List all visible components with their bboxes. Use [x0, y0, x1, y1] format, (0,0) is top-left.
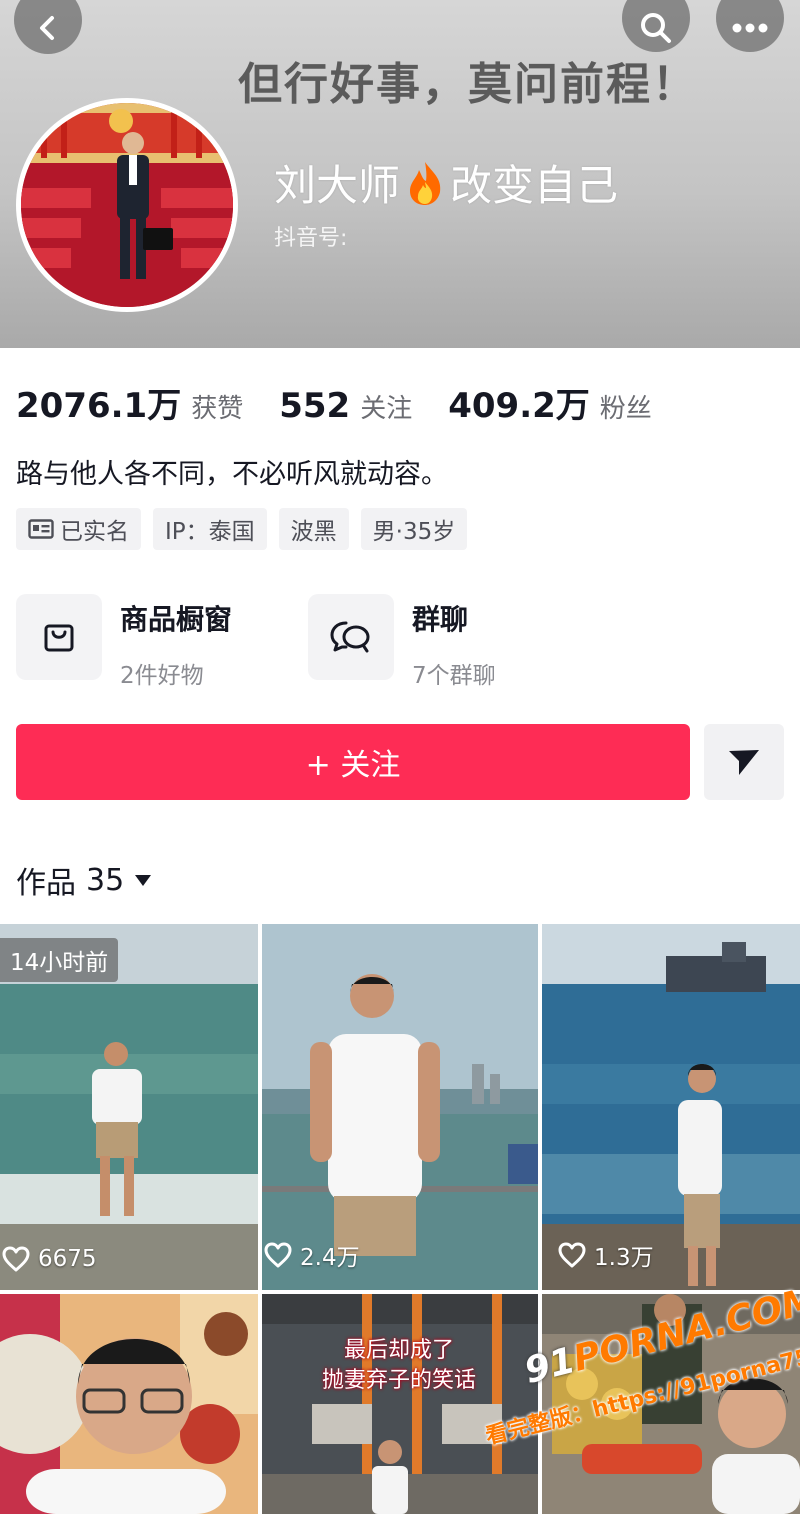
- douyin-id: 抖音号:: [274, 226, 348, 251]
- profile-tags: 已实名 IP：泰国 波黑 男·35岁: [16, 508, 468, 550]
- works-label: 作品: [16, 866, 76, 901]
- video-likes: 2.4万: [262, 1238, 360, 1272]
- nickname-part2: 改变自己: [450, 161, 619, 210]
- shop-subtitle: 2件好物: [120, 663, 204, 689]
- group-title: 群聊: [412, 603, 469, 636]
- profile-stats: 2076.1万 获赞 552 关注 409.2万 粉丝: [16, 378, 688, 427]
- search-icon: [641, 13, 671, 43]
- avatar[interactable]: [16, 98, 238, 312]
- video-time-badge: 14小时前: [0, 938, 119, 982]
- video-likes-count: 6675: [38, 1246, 97, 1272]
- video-caption-line2: 抛妻弃子的笑话: [322, 1368, 477, 1393]
- video-likes-count: 2.4万: [300, 1245, 360, 1271]
- followers-label[interactable]: 粉丝: [600, 388, 652, 425]
- more-button[interactable]: [716, 0, 784, 52]
- video-thumbnail: [0, 1294, 258, 1514]
- video-tile[interactable]: 2.4万: [262, 924, 538, 1290]
- video-tile[interactable]: [0, 1294, 258, 1514]
- works-tab[interactable]: 作品 35: [16, 858, 152, 902]
- nickname-part1: 刘大师: [274, 161, 401, 210]
- more-dots-icon: [732, 23, 768, 33]
- tag-verified: 已实名: [16, 508, 141, 550]
- likes-label: 获赞: [191, 394, 244, 424]
- video-tile[interactable]: 14小时前 6675: [0, 924, 258, 1290]
- tag-gender-age: 男·35岁: [360, 508, 468, 550]
- shop-icon-box: [16, 594, 102, 680]
- likes-count: 2076.1万: [16, 386, 182, 426]
- video-thumbnail: [262, 924, 538, 1290]
- following-count[interactable]: 552: [279, 386, 350, 426]
- caret-down-icon: [135, 875, 152, 886]
- video-tile[interactable]: 1.3万: [542, 924, 800, 1290]
- avatar-photo: [21, 103, 233, 307]
- id-card-icon: [28, 519, 54, 539]
- heart-outline-icon: [264, 1242, 292, 1268]
- shopping-bag-icon: [44, 624, 74, 652]
- heart-outline-icon: [558, 1242, 586, 1268]
- tag-verified-text: 已实名: [60, 519, 129, 545]
- back-arrow-icon: [40, 16, 54, 40]
- tag-ip: IP：泰国: [153, 508, 267, 550]
- tag-location: 波黑: [278, 508, 349, 550]
- followers-count[interactable]: 409.2万: [448, 378, 590, 427]
- chat-bubbles-icon: [330, 621, 370, 653]
- video-thumbnail: [542, 924, 800, 1290]
- following-label[interactable]: 关注: [360, 388, 412, 425]
- shop-title: 商品橱窗: [120, 603, 233, 636]
- video-likes: 1.3万: [556, 1238, 654, 1272]
- profile-nickname: 刘大师 改变自己: [274, 152, 618, 213]
- video-caption-line1: 最后却成了: [344, 1338, 455, 1363]
- group-chat-entry[interactable]: 群聊 7个群聊: [308, 594, 496, 690]
- shop-window-entry[interactable]: 商品橱窗 2件好物: [16, 594, 232, 690]
- profile-bio: 路与他人各不同，不必听风就动容。: [16, 459, 448, 490]
- header-banner-text: 但行好事，莫问前程！: [238, 59, 698, 110]
- video-likes: 6675: [0, 1246, 97, 1272]
- send-arrow-icon: [729, 750, 759, 775]
- profile-header: 但行好事，莫问前程！ 刘大师 改变自己 抖音号:: [0, 0, 800, 348]
- works-count: 35: [86, 862, 125, 898]
- heart-outline-icon: [2, 1246, 30, 1272]
- back-button[interactable]: [14, 0, 82, 54]
- group-subtitle: 7个群聊: [412, 663, 496, 689]
- group-icon-box: [308, 594, 394, 680]
- video-likes-count: 1.3万: [594, 1245, 654, 1271]
- share-button[interactable]: [704, 724, 784, 800]
- video-caption: 最后却成了 抛妻弃子的笑话: [322, 1336, 476, 1396]
- search-button[interactable]: [622, 0, 690, 52]
- fire-emoji-icon: [410, 161, 441, 205]
- follow-button[interactable]: + 关注: [16, 724, 690, 800]
